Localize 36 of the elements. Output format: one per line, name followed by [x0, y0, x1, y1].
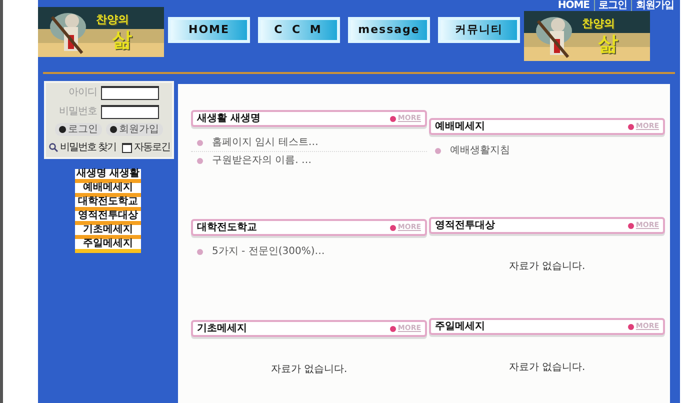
menu-item[interactable]: 주일메세지: [75, 235, 141, 249]
empty-message: 자료가 없습니다.: [270, 363, 348, 377]
field-label: 아이디: [68, 86, 97, 100]
logo[interactable]: 찬양의 삶: [524, 11, 650, 61]
checkbox-label: 자동로긴: [134, 141, 170, 155]
post-link[interactable]: 홈페이지 임시 테스트…: [212, 135, 318, 150]
post-link[interactable]: 예배생활지침: [450, 143, 510, 158]
menu-item[interactable]: 예배메세지: [75, 179, 141, 193]
login-button[interactable]: 로그인: [55, 123, 102, 136]
panel-title: 주일메세지: [435, 320, 485, 334]
nav-button[interactable]: 커뮤니티: [438, 17, 520, 43]
panel-title: 영적전투대상: [435, 219, 495, 233]
menu-item[interactable]: 대학전도학교: [75, 193, 141, 207]
empty-message: 자료가 없습니다.: [508, 260, 586, 274]
find-password-link[interactable]: 비밀번호 찾기: [60, 140, 116, 155]
menu-item[interactable]: 영적전투대상: [75, 207, 141, 221]
signup-button[interactable]: 회원가입: [106, 123, 163, 136]
panel-title: 새생활 새생명: [197, 112, 260, 126]
field-label: 비밀번호: [58, 105, 97, 119]
menu-item[interactable]: 새생명 새생활: [75, 169, 141, 179]
logo-text: 찬양의: [582, 16, 615, 32]
logo-text: 삶: [112, 29, 132, 49]
nav-button[interactable]: message: [348, 17, 430, 43]
panel-title: 예배메세지: [435, 120, 485, 134]
nav-button[interactable]: C C M: [258, 17, 340, 43]
menu-item[interactable]: 기초메세지: [75, 221, 141, 235]
empty-message: 자료가 없습니다.: [508, 361, 586, 375]
panel-title: 대학전도학교: [197, 221, 257, 235]
top-link[interactable]: HOME: [554, 0, 594, 11]
post-link[interactable]: 구원받은자의 이름. …: [212, 153, 312, 168]
logo-text: 찬양의: [96, 12, 129, 28]
logo-text: 삶: [598, 33, 618, 53]
nav-button[interactable]: HOME: [168, 17, 250, 43]
logo[interactable]: 찬양의 삶: [38, 7, 164, 57]
post-link[interactable]: 5가지 - 전문인(300%)…: [212, 244, 325, 259]
panel-title: 기초메세지: [197, 322, 247, 336]
